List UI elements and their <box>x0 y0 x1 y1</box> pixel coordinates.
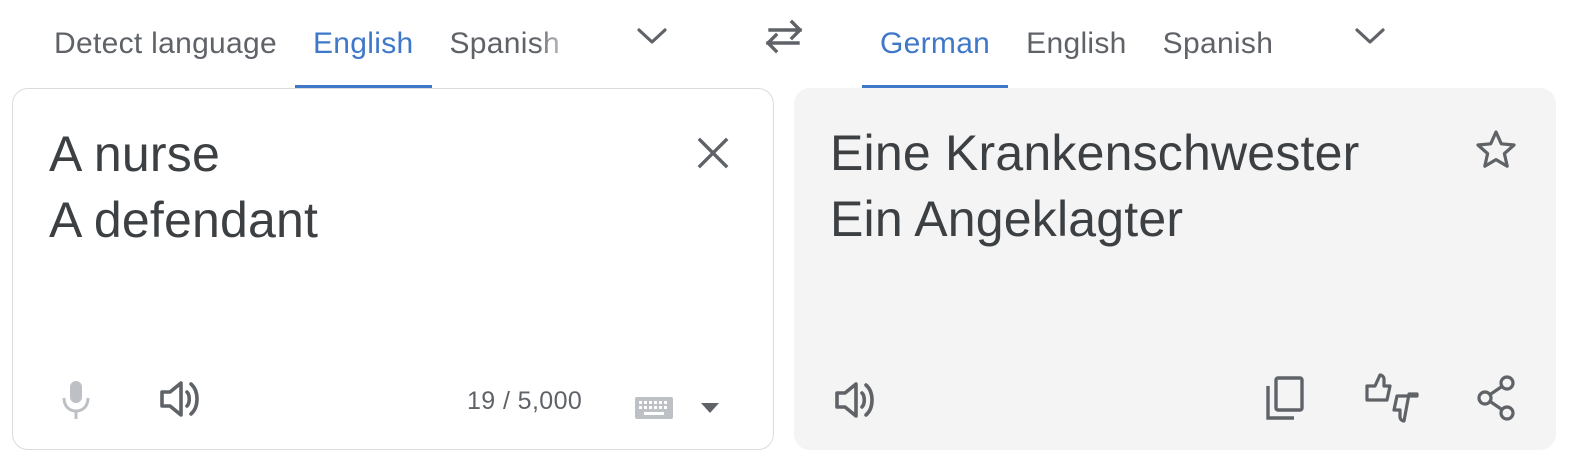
translation-panel: Eine Krankenschwester Ein Angeklagter <box>794 88 1556 450</box>
tab-target-english[interactable]: English <box>1008 0 1145 88</box>
swap-languages-button[interactable] <box>758 14 810 58</box>
tab-target-spanish[interactable]: Spanish <box>1145 0 1292 88</box>
dropdown-arrow-icon <box>701 403 719 413</box>
speaker-icon <box>835 382 874 418</box>
copy-translation-button[interactable] <box>1258 372 1310 424</box>
source-language-tabs: Detect language English Spanish <box>36 0 578 88</box>
feedback-icon <box>1365 373 1419 423</box>
target-more-languages-button[interactable] <box>1346 16 1394 56</box>
chevron-down-icon <box>1355 28 1385 44</box>
tab-source-spanish[interactable]: Spanish <box>432 0 579 88</box>
microphone-button[interactable] <box>53 377 99 423</box>
share-translation-button[interactable] <box>1470 372 1522 424</box>
source-listen-button[interactable] <box>155 375 207 423</box>
clear-text-button[interactable] <box>689 129 737 177</box>
keyboard-button[interactable] <box>631 391 677 425</box>
star-icon <box>1476 130 1516 168</box>
tab-detect-language[interactable]: Detect language <box>36 0 295 88</box>
rate-translation-button[interactable] <box>1360 370 1424 426</box>
tab-source-english[interactable]: English <box>295 0 432 88</box>
translation-text: Eine Krankenschwester Ein Angeklagter <box>830 125 1360 247</box>
microphone-icon <box>62 381 90 419</box>
keyboard-icon <box>635 397 673 419</box>
close-icon <box>697 137 729 169</box>
swap-arrows-icon <box>765 19 803 54</box>
copy-icon <box>1266 376 1304 420</box>
input-tools-dropdown-button[interactable] <box>693 391 727 425</box>
target-language-tabs: German English Spanish <box>862 0 1291 88</box>
share-icon <box>1477 375 1515 421</box>
tab-target-german[interactable]: German <box>862 0 1009 88</box>
translation-listen-button[interactable] <box>830 376 882 424</box>
save-translation-button[interactable] <box>1470 124 1522 176</box>
source-text-input[interactable]: A nurse A defendant <box>49 121 669 253</box>
source-text-panel: A nurse A defendant 19 / 5,000 <box>12 88 774 450</box>
character-count: 19 / 5,000 <box>467 387 583 415</box>
chevron-down-icon <box>637 28 667 44</box>
source-more-languages-button[interactable] <box>628 16 676 56</box>
speaker-icon <box>160 381 199 417</box>
